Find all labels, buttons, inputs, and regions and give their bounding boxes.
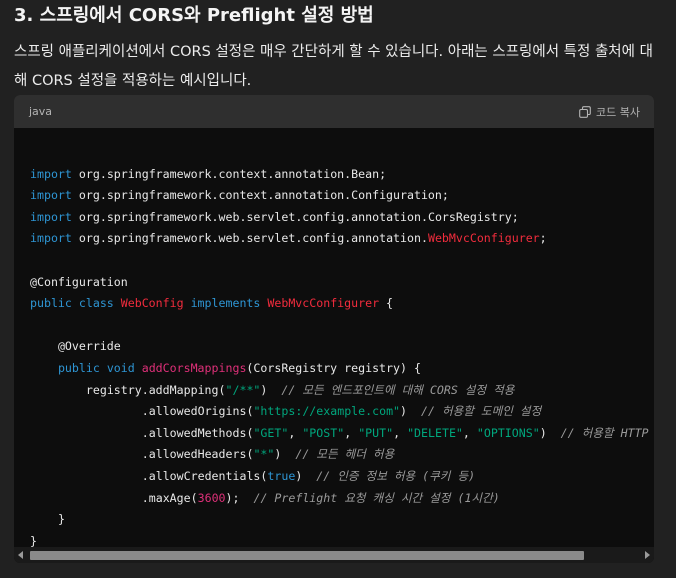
section-heading: 3. 스프링에서 CORS와 Preflight 설정 방법 (14, 5, 374, 26)
code-line: import org.springframework.web.servlet.c… (30, 231, 547, 246)
code-line: import org.springframework.context.annot… (30, 166, 387, 181)
copy-icon (579, 105, 591, 118)
code-line: .allowedOrigins("https://example.com") /… (141, 404, 542, 419)
code-line: .allowedHeaders("*") // 모든 헤더 허용 (141, 447, 395, 462)
code-line: } (30, 533, 37, 548)
code-line: .allowCredentials(true) // 인증 정보 허용 (쿠키 … (141, 468, 476, 483)
code-line: public void addCorsMappings(CorsRegistry… (57, 360, 421, 375)
code-line: import org.springframework.web.servlet.c… (30, 209, 519, 224)
scrollbar-thumb[interactable] (30, 551, 584, 560)
code-line: .maxAge(3600); // Preflight 요청 캐싱 시간 설정 … (141, 490, 500, 505)
horizontal-scrollbar[interactable] (14, 547, 654, 563)
code-block: java 코드 복사 import org.springframework.co… (14, 95, 654, 563)
code-line: @Override (57, 339, 121, 354)
code-line: public class WebConfig implements WebMvc… (30, 296, 394, 311)
scroll-right-arrow-icon[interactable] (645, 551, 650, 559)
code-line: } (57, 512, 65, 527)
code-content: import org.springframework.context.annot… (30, 142, 649, 552)
copy-code-label: 코드 복사 (596, 105, 640, 119)
code-language-label: java (29, 105, 53, 118)
copy-code-button[interactable]: 코드 복사 (579, 104, 640, 120)
code-line: @Configuration (30, 274, 128, 289)
intro-paragraph: 스프링 애플리케이션에서 CORS 설정은 매우 간단하게 할 수 있습니다. … (14, 44, 653, 89)
code-line: registry.addMapping("/**") // 모든 엔드포인트에 … (85, 382, 515, 397)
scroll-left-arrow-icon[interactable] (18, 551, 23, 559)
code-block-header: java 코드 복사 (14, 95, 654, 128)
code-line: import org.springframework.context.annot… (30, 188, 449, 203)
code-line: .allowedMethods("GET", "POST", "PUT", "D… (141, 425, 649, 440)
